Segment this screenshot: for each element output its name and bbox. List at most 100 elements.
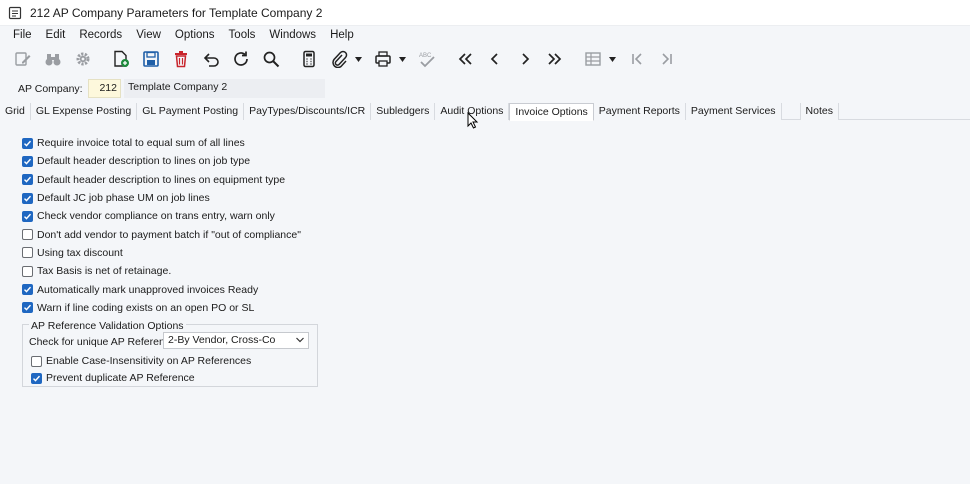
checkbox[interactable]	[22, 155, 33, 167]
tab-gl-expense-posting[interactable]: GL Expense Posting	[30, 103, 138, 120]
checkbox[interactable]	[31, 372, 42, 384]
menu-help[interactable]: Help	[323, 29, 361, 41]
option-label: Default JC job phase UM on job lines	[37, 192, 210, 205]
tab-grid[interactable]: Grid	[0, 103, 31, 120]
option-label: Require invoice total to equal sum of al…	[37, 137, 245, 150]
refresh-icon	[234, 51, 248, 66]
find-button[interactable]	[38, 46, 68, 72]
option-row[interactable]: Default JC job phase UM on job lines	[22, 189, 301, 207]
option-row[interactable]: Don't add vendor to payment batch if "ou…	[22, 225, 301, 243]
tab-invoice-options[interactable]: Invoice Options	[509, 103, 594, 121]
refresh-button[interactable]	[226, 46, 256, 72]
attachment-button[interactable]	[324, 46, 354, 72]
checkmark-icon	[24, 286, 32, 293]
attachment-dropdown[interactable]	[354, 46, 362, 72]
prevent-duplicate-label: Prevent duplicate AP Reference	[46, 372, 195, 385]
new-record-icon	[114, 50, 129, 67]
menu-options[interactable]: Options	[168, 29, 222, 41]
option-label: Don't add vendor to payment batch if "ou…	[37, 228, 301, 241]
option-row[interactable]: Tax Basis is net of retainage.	[22, 262, 301, 280]
search-button[interactable]	[256, 46, 286, 72]
calculator-icon	[303, 50, 315, 68]
undo-button[interactable]	[196, 46, 226, 72]
checkbox[interactable]	[22, 210, 33, 222]
option-row[interactable]: Check vendor compliance on trans entry, …	[22, 207, 301, 225]
settings-button[interactable]	[68, 46, 98, 72]
checkbox[interactable]	[22, 137, 33, 149]
checkbox[interactable]	[31, 355, 42, 367]
menu-records[interactable]: Records	[72, 29, 129, 41]
menu-tools[interactable]: Tools	[222, 29, 263, 41]
prevent-duplicate-row[interactable]: Prevent duplicate AP Reference	[31, 369, 195, 387]
tab-payment-services[interactable]: Payment Services	[685, 103, 782, 120]
tab-notes[interactable]: Notes	[799, 103, 839, 120]
previous-record-button[interactable]	[480, 46, 510, 72]
save-button[interactable]	[136, 46, 166, 72]
undo-icon	[203, 53, 219, 67]
menu-file[interactable]: File	[6, 29, 39, 41]
menu-view[interactable]: View	[129, 29, 168, 41]
checkbox[interactable]	[22, 229, 33, 241]
ap-reference-group: AP Reference Validation Options Check fo…	[22, 320, 318, 387]
delete-icon	[175, 51, 187, 68]
invoice-options-list: Require invoice total to equal sum of al…	[22, 134, 301, 317]
tab-subledgers[interactable]: Subledgers	[371, 103, 436, 120]
tab-payment-reports[interactable]: Payment Reports	[593, 103, 686, 120]
grid-button[interactable]	[578, 46, 608, 72]
new-record-button[interactable]	[106, 46, 136, 72]
option-row[interactable]: Warn if line coding exists on an open PO…	[22, 299, 301, 317]
menu-edit[interactable]: Edit	[39, 29, 73, 41]
title-bar: 212 AP Company Parameters for Template C…	[0, 0, 970, 26]
delete-button[interactable]	[166, 46, 196, 72]
checkbox[interactable]	[22, 247, 33, 259]
checkmark-icon	[24, 140, 32, 147]
first-record-button[interactable]	[450, 46, 480, 72]
checkbox[interactable]	[22, 265, 33, 277]
option-row[interactable]: Default header description to lines on e…	[22, 171, 301, 189]
checkbox[interactable]	[22, 174, 33, 186]
mouse-pointer-icon	[467, 112, 479, 129]
svg-text:ABC: ABC	[419, 53, 432, 59]
chevron-down-icon	[296, 337, 304, 343]
option-row[interactable]: Default header description to lines on j…	[22, 152, 301, 170]
calculator-button[interactable]	[294, 46, 324, 72]
menu-windows[interactable]: Windows	[262, 29, 323, 41]
option-label: Default header description to lines on j…	[37, 155, 251, 168]
checkbox[interactable]	[22, 302, 33, 314]
option-label: Automatically mark unapproved invoices R…	[37, 283, 259, 296]
tab-gl-payment-posting[interactable]: GL Payment Posting	[137, 103, 245, 120]
case-insensitive-row[interactable]: Enable Case-Insensitivity on AP Referenc…	[31, 352, 251, 370]
caret-down-icon	[398, 56, 406, 62]
last-record-button[interactable]	[540, 46, 570, 72]
checkmark-icon	[33, 375, 41, 382]
attachment-icon	[332, 50, 348, 68]
checkmark-icon	[24, 195, 32, 202]
form-icon	[8, 6, 22, 19]
gear-icon	[76, 52, 90, 66]
selected-value: 2-By Vendor, Cross-Co	[168, 334, 276, 346]
checkbox[interactable]	[22, 192, 33, 204]
option-label: Warn if line coding exists on an open PO…	[37, 301, 255, 314]
print-button[interactable]	[368, 46, 398, 72]
toolbar: ABC	[0, 44, 970, 74]
checkmark-icon	[24, 304, 32, 311]
print-dropdown[interactable]	[398, 46, 406, 72]
grid-dropdown[interactable]	[608, 46, 616, 72]
spellcheck-button[interactable]: ABC	[412, 46, 442, 72]
unique-reference-select[interactable]: 2-By Vendor, Cross-Co	[163, 332, 309, 349]
option-row[interactable]: Automatically mark unapproved invoices R…	[22, 280, 301, 298]
option-label: Check vendor compliance on trans entry, …	[37, 210, 275, 223]
tab-paytypes-discounts-icr[interactable]: PayTypes/Discounts/ICR	[244, 103, 372, 120]
option-row[interactable]: Using tax discount	[22, 244, 301, 262]
company-number-field[interactable]: 212	[88, 79, 121, 98]
last-page-button[interactable]	[652, 46, 682, 72]
option-row[interactable]: Require invoice total to equal sum of al…	[22, 134, 301, 152]
save-icon	[143, 51, 159, 67]
last-page-icon	[662, 53, 672, 65]
next-record-button[interactable]	[510, 46, 540, 72]
checkbox[interactable]	[22, 284, 33, 296]
edit-button[interactable]	[8, 46, 38, 72]
caret-down-icon	[608, 56, 616, 62]
previous-record-icon	[490, 53, 498, 65]
first-page-button[interactable]	[622, 46, 652, 72]
